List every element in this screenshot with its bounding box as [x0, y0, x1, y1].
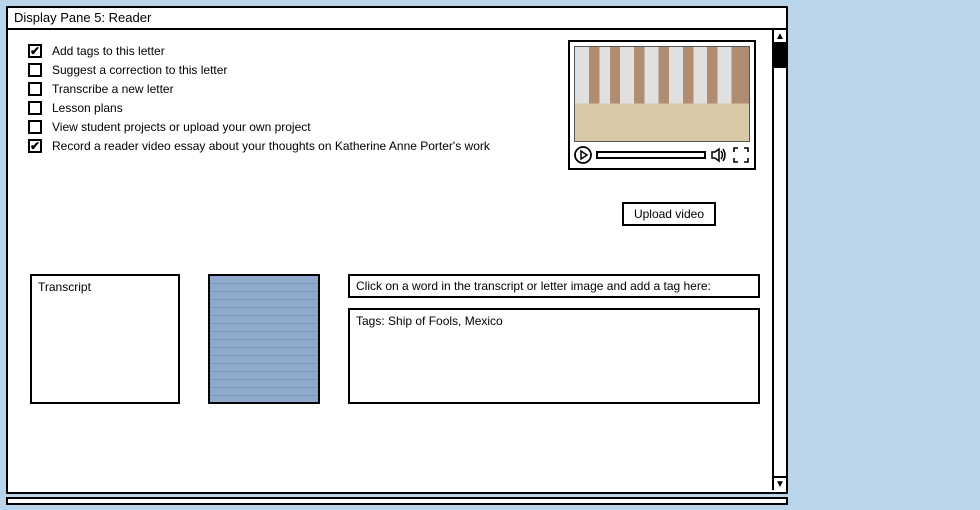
horizontal-scrollbar[interactable]	[6, 497, 788, 505]
pane-body: ✔ Add tags to this letter Suggest a corr…	[8, 30, 786, 490]
video-thumbnail[interactable]	[574, 46, 750, 142]
tag-hint-bar: Click on a word in the transcript or let…	[348, 274, 760, 298]
checkbox-icon[interactable]	[28, 63, 42, 77]
volume-icon[interactable]	[710, 146, 728, 164]
letter-image-thumbnail[interactable]	[208, 274, 320, 404]
checkbox-icon[interactable]: ✔	[28, 44, 42, 58]
checkbox-icon[interactable]: ✔	[28, 139, 42, 153]
checklist-item-label: Suggest a correction to this letter	[52, 63, 227, 77]
scroll-thumb[interactable]	[774, 44, 786, 68]
checklist-item-label: Transcribe a new letter	[52, 82, 174, 96]
checklist-item-label: View student projects or upload your own…	[52, 120, 311, 134]
checklist-item-label: Add tags to this letter	[52, 44, 165, 58]
checkbox-icon[interactable]	[28, 101, 42, 115]
transcript-heading: Transcript	[38, 280, 91, 294]
fullscreen-icon[interactable]	[732, 146, 750, 164]
tag-hint-text: Click on a word in the transcript or let…	[356, 279, 711, 293]
checklist-item-label: Lesson plans	[52, 101, 123, 115]
tags-box[interactable]: Tags: Ship of Fools, Mexico	[348, 308, 760, 404]
vertical-scrollbar[interactable]: ▲ ▼	[772, 30, 786, 490]
window-title-bar: Display Pane 5: Reader	[8, 8, 786, 30]
window-title: Display Pane 5: Reader	[14, 10, 151, 25]
upload-video-button[interactable]: Upload video	[622, 202, 716, 226]
transcript-box[interactable]: Transcript	[30, 274, 180, 404]
checkbox-icon[interactable]	[28, 120, 42, 134]
reader-pane-window: Display Pane 5: Reader ✔ Add tags to thi…	[6, 6, 788, 494]
checkbox-icon[interactable]	[28, 82, 42, 96]
video-player-panel	[568, 40, 756, 170]
scroll-down-icon[interactable]: ▼	[774, 476, 786, 490]
checklist-item-label: Record a reader video essay about your t…	[52, 139, 490, 153]
video-controls	[574, 146, 750, 164]
tagging-column: Click on a word in the transcript or let…	[348, 274, 760, 404]
scroll-up-icon[interactable]: ▲	[774, 30, 786, 44]
tags-text: Tags: Ship of Fools, Mexico	[356, 314, 503, 328]
upload-video-row: Upload video	[622, 202, 716, 226]
play-icon[interactable]	[574, 146, 592, 164]
lower-section: Transcript Click on a word in the transc…	[30, 274, 760, 404]
video-progress-bar[interactable]	[596, 151, 706, 159]
